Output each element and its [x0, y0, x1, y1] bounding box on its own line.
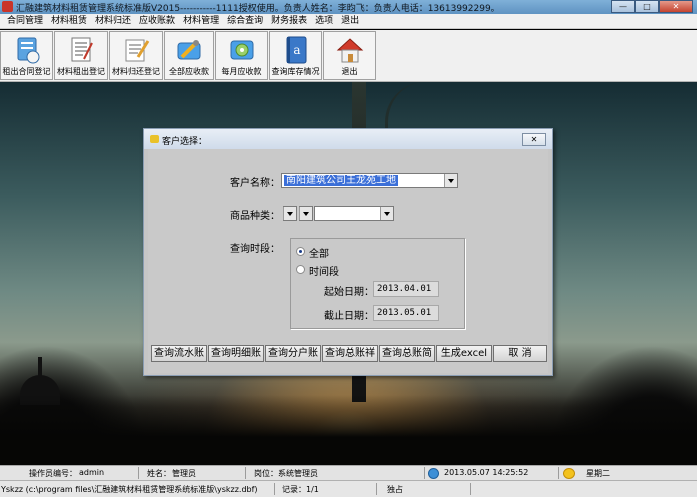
chevron-down-icon[interactable]	[444, 174, 457, 187]
dialog-icon	[150, 135, 159, 143]
dialog-title-bar: 客户选择： ✕	[144, 129, 552, 149]
exit-label: 退出	[341, 67, 358, 76]
category-combo-b[interactable]	[299, 206, 313, 221]
inventory-button[interactable]: a 查询库存情况	[269, 31, 322, 80]
category-combo-c[interactable]	[314, 206, 394, 221]
customer-combo[interactable]: 南阳建筑公司王龙苑工地	[281, 173, 458, 188]
menu-exit[interactable]: 退出	[337, 14, 363, 29]
menu-options[interactable]: 选项	[311, 14, 337, 29]
period-groupbox: 全部 时间段 起始日期： 2013.04.01 截止日期： 2013.05.01	[290, 238, 465, 329]
access-mode: 独占	[387, 485, 403, 494]
end-date-field[interactable]: 2013.05.01	[373, 305, 439, 321]
receivable-monthly-button[interactable]: 每月应收款	[215, 31, 268, 80]
receivable-all-button[interactable]: 全部应收款	[164, 31, 214, 80]
chevron-down-icon[interactable]	[299, 207, 312, 220]
table-path: Yskzz (c:\program files\汇融建筑材料租赁管理系统标准版\…	[1, 485, 258, 494]
contract-register-label: 租出合同登记	[2, 67, 51, 76]
status-divider	[558, 467, 559, 479]
status-divider	[138, 467, 139, 479]
query-detail-button[interactable]: 查询明细账	[208, 345, 264, 362]
dialog-body: 客户名称： 南阳建筑公司王龙苑工地 商品种类： 查询时段： 全部 时间段 起始日…	[148, 149, 548, 373]
app-icon	[2, 1, 13, 12]
home-exit-icon	[336, 38, 363, 63]
query-ledger-detail-button[interactable]: 查询总账祥	[322, 345, 378, 362]
post-value: 系统管理员	[278, 469, 318, 478]
menu-material[interactable]: 材料管理	[179, 14, 223, 29]
export-excel-button[interactable]: 生成excel	[436, 345, 492, 362]
datetime: 2013.05.07 14:25:52	[444, 468, 529, 477]
rent-out-button[interactable]: 材料租出登记	[54, 31, 108, 80]
radio-all-label[interactable]: 全部	[309, 245, 329, 260]
customer-select-dialog: 客户选择： ✕ 客户名称： 南阳建筑公司王龙苑工地 商品种类： 查询时段： 全部…	[143, 128, 553, 376]
menu-receivable[interactable]: 应收账款	[135, 14, 179, 29]
end-date-label: 截止日期：	[324, 311, 374, 322]
maximize-button[interactable]: □	[635, 0, 659, 13]
radio-range[interactable]	[296, 265, 305, 274]
sun-icon	[563, 468, 575, 479]
status-bar-user: 操作员编号： admin 姓名： 管理员 岗位： 系统管理员 2013.05.0…	[0, 465, 697, 480]
status-divider	[470, 483, 471, 495]
start-date-label: 起始日期：	[324, 287, 374, 298]
inventory-label: 查询库存情况	[271, 67, 320, 76]
status-divider	[424, 467, 425, 479]
query-account-button[interactable]: 查询分户账	[265, 345, 321, 362]
status-bar-table: Yskzz (c:\program files\汇融建筑材料租赁管理系统标准版\…	[0, 480, 697, 497]
status-divider	[245, 467, 246, 479]
clock-icon	[428, 468, 439, 479]
customer-value: 南阳建筑公司王龙苑工地	[284, 175, 398, 186]
window-title-bar: 汇融建筑材料租赁管理系统标准版V2015-----------1111授权使用。…	[0, 0, 697, 14]
menu-rental[interactable]: 材料租赁	[47, 14, 91, 29]
name-value: 管理员	[172, 469, 196, 478]
window-controls: — □ ✕	[611, 0, 693, 13]
name-label: 姓名：	[147, 469, 171, 478]
category-label: 商品种类：	[230, 211, 280, 222]
menu-contract[interactable]: 合同管理	[3, 14, 47, 29]
dialog-close-button[interactable]: ✕	[522, 133, 546, 146]
inventory-book-icon: a	[286, 36, 306, 64]
minimize-button[interactable]: —	[611, 0, 635, 13]
radio-all[interactable]	[296, 247, 305, 256]
menu-finance[interactable]: 财务报表	[267, 14, 311, 29]
receivable-monthly-icon	[230, 40, 253, 60]
chevron-down-icon[interactable]	[380, 207, 393, 220]
close-button[interactable]: ✕	[659, 0, 693, 13]
dialog-button-row: 查询流水账 查询明细账 查询分户账 查询总账祥 查询总账简 生成excel 取 …	[151, 345, 548, 362]
spire-silhouette	[38, 357, 42, 377]
post-label: 岗位：	[254, 469, 278, 478]
return-icon	[125, 39, 150, 62]
return-label: 材料归还登记	[112, 67, 160, 76]
operator-label: 操作员编号：	[29, 469, 77, 478]
record-position: 记录：1/1	[282, 485, 319, 494]
svg-text:a: a	[293, 43, 300, 57]
window-title: 汇融建筑材料租赁管理系统标准版V2015-----------1111授权使用。…	[16, 4, 500, 14]
status-divider	[376, 483, 377, 495]
receivable-monthly-label: 每月应收款	[221, 67, 262, 76]
operator-value: admin	[79, 468, 105, 477]
receivable-all-label: 全部应收款	[169, 67, 209, 76]
rent-out-label: 材料租出登记	[57, 67, 105, 76]
menu-query[interactable]: 综合查询	[223, 14, 267, 29]
contract-register-button[interactable]: 租出合同登记	[0, 31, 53, 80]
status-divider	[274, 483, 275, 495]
radio-range-label[interactable]: 时间段	[309, 263, 339, 278]
weekday: 星期二	[586, 469, 610, 478]
menu-return[interactable]: 材料归还	[91, 14, 135, 29]
chevron-down-icon[interactable]	[283, 207, 296, 220]
return-button[interactable]: 材料归还登记	[109, 31, 163, 80]
start-date-field[interactable]: 2013.04.01	[373, 281, 439, 297]
contract-register-icon	[17, 37, 39, 64]
menu-bar: 合同管理 材料租赁 材料归还 应收账款 材料管理 综合查询 财务报表 选项 退出	[0, 14, 697, 29]
dialog-title: 客户选择：	[162, 137, 208, 147]
period-label: 查询时段：	[230, 244, 280, 255]
exit-button[interactable]: 退出	[323, 31, 376, 80]
receivable-all-icon	[177, 40, 201, 60]
rent-out-icon	[71, 37, 93, 62]
toolbar: 租出合同登记 材料租出登记 材料归还登记 全部应收款 每月应收款 a 查询库存情…	[0, 30, 697, 82]
customer-label: 客户名称：	[230, 178, 280, 189]
cancel-button[interactable]: 取 消	[493, 345, 547, 362]
city-silhouette	[0, 395, 697, 465]
category-combo-a[interactable]	[283, 206, 297, 221]
query-ledger-summary-button[interactable]: 查询总账简	[379, 345, 435, 362]
query-journal-button[interactable]: 查询流水账	[151, 345, 207, 362]
